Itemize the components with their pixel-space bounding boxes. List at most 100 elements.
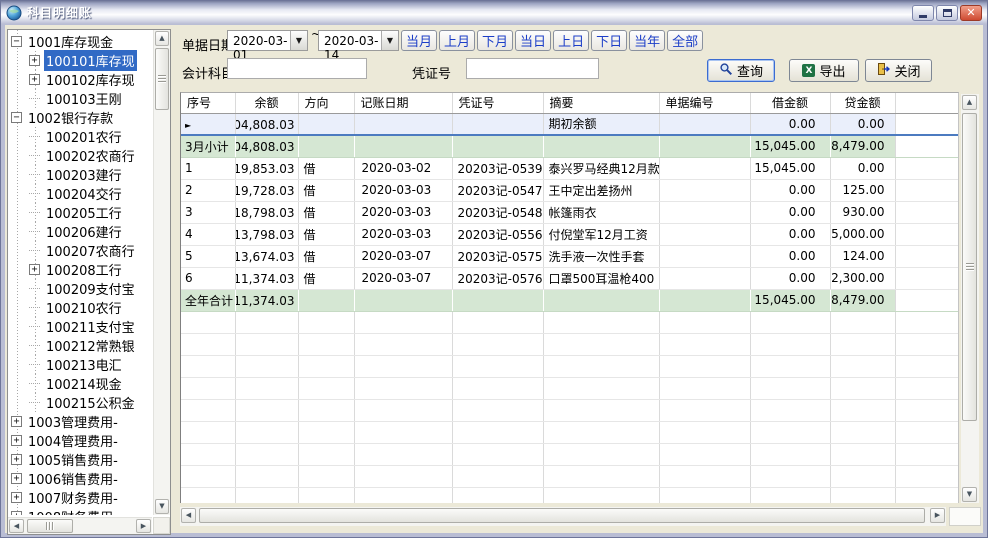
tree-item[interactable]: +1005销售费用- <box>8 450 152 469</box>
tree-item[interactable]: 100213电汇 <box>8 355 152 374</box>
tree-item[interactable]: +100102库存现 <box>8 70 152 89</box>
tree-item[interactable]: 100212常熟银 <box>8 336 152 355</box>
table-vertical-scrollbar[interactable]: ▲ ▼ <box>961 94 979 503</box>
voucher-input[interactable] <box>466 58 599 79</box>
scrollbar-thumb[interactable] <box>199 508 925 523</box>
column-header[interactable]: 摘要 <box>543 93 659 113</box>
range-button-3[interactable]: 当日 <box>515 30 551 51</box>
tree-item[interactable]: 100207农商行 <box>8 241 152 260</box>
expand-icon[interactable]: + <box>11 435 22 446</box>
tree-item[interactable]: 100206建行 <box>8 222 152 241</box>
range-button-5[interactable]: 下日 <box>591 30 627 51</box>
expand-icon[interactable]: + <box>11 416 22 427</box>
column-header[interactable]: 记账日期 <box>354 93 452 113</box>
expand-icon[interactable]: + <box>11 454 22 465</box>
tree-item[interactable]: +1006销售费用- <box>8 469 152 488</box>
table-cell: 借 <box>298 201 354 223</box>
scroll-down-icon[interactable]: ▼ <box>962 487 977 502</box>
tree-item[interactable]: 100210农行 <box>8 298 152 317</box>
query-button[interactable]: 查询 <box>707 59 775 82</box>
tree-item[interactable]: 100215公积金 <box>8 393 152 412</box>
expand-icon[interactable]: + <box>29 264 40 275</box>
table-cell: 15,045.00 <box>750 157 830 179</box>
scroll-down-icon[interactable]: ▼ <box>155 499 169 514</box>
tree-item[interactable]: +100101库存现 <box>8 51 152 70</box>
table-row[interactable]: ►004,808.03期初余额0.000.00 <box>181 113 959 135</box>
title-bar[interactable]: 科目明细账 ✕ <box>1 1 987 24</box>
table-cell: 0.00 <box>830 113 895 135</box>
tree-item[interactable]: 100203建行 <box>8 165 152 184</box>
subject-input[interactable] <box>227 58 367 79</box>
scroll-right-icon[interactable]: ▶ <box>136 519 151 533</box>
tree-item[interactable]: −1002银行存款 <box>8 108 152 127</box>
column-header[interactable]: 贷金额 <box>830 93 895 113</box>
column-header[interactable]: 借金额 <box>750 93 830 113</box>
column-header[interactable]: 单据编号 <box>659 93 750 113</box>
range-button-0[interactable]: 当月 <box>401 30 437 51</box>
tree-item[interactable]: 100202农商行 <box>8 146 152 165</box>
minimize-button[interactable] <box>912 5 934 21</box>
tree-item[interactable]: 100204交行 <box>8 184 152 203</box>
scrollbar-thumb[interactable] <box>962 113 977 421</box>
table-cell: 011,374.03 <box>235 289 298 311</box>
table-row[interactable]: 3018,798.03借2020-03-0320203记-0548帐篷雨衣0.0… <box>181 201 959 223</box>
tree-item[interactable]: +1004管理费用- <box>8 431 152 450</box>
chevron-down-icon[interactable]: ▼ <box>381 31 398 50</box>
table-row[interactable]: 5013,674.03借2020-03-0720203记-0575洗手液一次性手… <box>181 245 959 267</box>
expand-icon[interactable]: + <box>11 511 22 515</box>
date-to-picker[interactable]: 2020-03-14 ▼ <box>318 30 399 51</box>
scroll-right-icon[interactable]: ▶ <box>930 508 945 523</box>
table-row[interactable]: 3月小计004,808.0315,045.008,479.00 <box>181 135 959 157</box>
collapse-icon[interactable]: − <box>11 36 22 47</box>
table-row[interactable]: 6011,374.03借2020-03-0720203记-0576口罩500耳温… <box>181 267 959 289</box>
table-row[interactable]: 1019,853.03借2020-03-0220203记-0539泰兴罗马经典1… <box>181 157 959 179</box>
column-header[interactable]: 余额 <box>235 93 298 113</box>
chevron-down-icon[interactable]: ▼ <box>290 31 307 50</box>
tree-vertical-scrollbar[interactable]: ▲ ▼ <box>153 30 170 515</box>
collapse-icon[interactable]: − <box>11 112 22 123</box>
table-cell: 20203记-0547 <box>452 179 543 201</box>
tree-item[interactable]: 100201农行 <box>8 127 152 146</box>
range-button-4[interactable]: 上日 <box>553 30 589 51</box>
table-horizontal-scrollbar[interactable]: ◀ ▶ <box>180 507 946 526</box>
tree-item[interactable]: 100211支付宝 <box>8 317 152 336</box>
table-row[interactable]: 2019,728.03借2020-03-0320203记-0547王中定出差扬州… <box>181 179 959 201</box>
scroll-up-icon[interactable]: ▲ <box>962 95 977 110</box>
range-button-7[interactable]: 全部 <box>667 30 703 51</box>
tree-item[interactable]: +1003管理费用- <box>8 412 152 431</box>
tree-horizontal-scrollbar[interactable]: ◀ ▶ <box>8 517 152 534</box>
tree-item[interactable]: +1007财务费用- <box>8 488 152 507</box>
tree-item[interactable]: +1008财务费用 <box>8 507 152 515</box>
scroll-up-icon[interactable]: ▲ <box>155 31 169 46</box>
maximize-button[interactable] <box>936 5 958 21</box>
range-button-6[interactable]: 当年 <box>629 30 665 51</box>
table-row[interactable]: 全年合计011,374.0315,045.008,479.00 <box>181 289 959 311</box>
expand-icon[interactable]: + <box>11 492 22 503</box>
close-window-button[interactable]: ✕ <box>960 5 982 21</box>
export-button[interactable]: 导出 <box>789 59 859 82</box>
close-button[interactable]: 关闭 <box>865 59 932 82</box>
column-header[interactable] <box>895 93 959 113</box>
tree-item[interactable]: −1001库存现金 <box>8 32 152 51</box>
tree-item[interactable]: 100103王刚 <box>8 89 152 108</box>
date-from-picker[interactable]: 2020-03-01 ▼ <box>227 30 308 51</box>
table-cell <box>895 223 959 245</box>
range-button-2[interactable]: 下月 <box>477 30 513 51</box>
column-header[interactable]: 序号 <box>181 93 235 113</box>
tree-item[interactable]: 100209支付宝 <box>8 279 152 298</box>
scrollbar-thumb[interactable] <box>27 519 73 533</box>
date-range-buttons: 当月上月下月当日上日下日当年全部 <box>401 30 703 51</box>
tree-item[interactable]: 100214现金 <box>8 374 152 393</box>
tree-item[interactable]: +100208工行 <box>8 260 152 279</box>
column-header[interactable]: 方向 <box>298 93 354 113</box>
expand-icon[interactable]: + <box>29 74 40 85</box>
table-row[interactable]: 4013,798.03借2020-03-0320203记-0556付倪堂军12月… <box>181 223 959 245</box>
range-button-1[interactable]: 上月 <box>439 30 475 51</box>
scroll-left-icon[interactable]: ◀ <box>9 519 24 533</box>
tree-item[interactable]: 100205工行 <box>8 203 152 222</box>
column-header[interactable]: 凭证号 <box>452 93 543 113</box>
expand-icon[interactable]: + <box>11 473 22 484</box>
expand-icon[interactable]: + <box>29 55 40 66</box>
scrollbar-thumb[interactable] <box>155 48 169 110</box>
scroll-left-icon[interactable]: ◀ <box>181 508 196 523</box>
